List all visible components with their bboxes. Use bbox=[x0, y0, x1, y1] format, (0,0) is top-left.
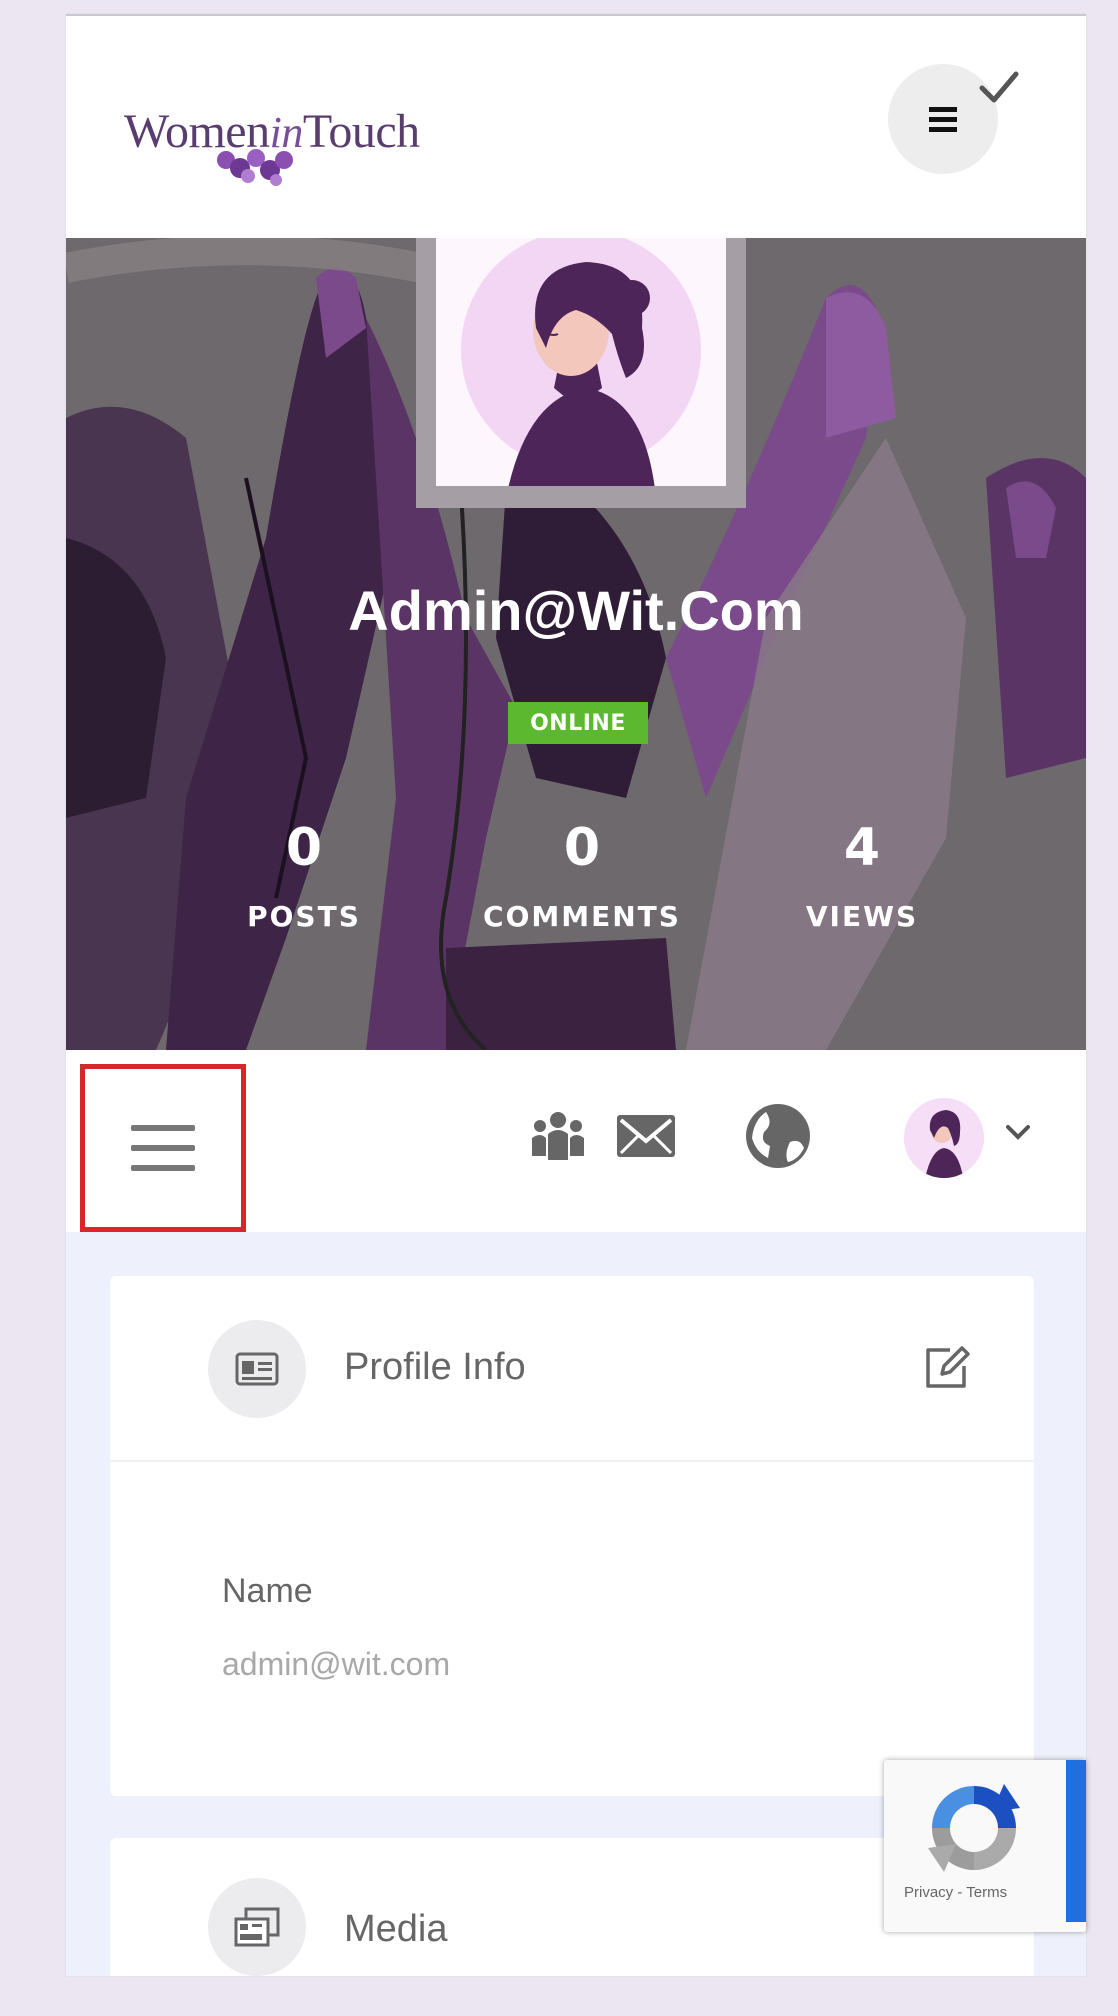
stat-value: 0 bbox=[563, 818, 601, 878]
nav-messages[interactable] bbox=[610, 1100, 682, 1172]
recaptcha-badge[interactable]: Privacy - Terms bbox=[884, 1760, 1086, 1932]
recaptcha-links[interactable]: Privacy - Terms bbox=[904, 1884, 1007, 1901]
logo-word-touch: Touch bbox=[302, 105, 420, 158]
field-value-name: admin@wit.com bbox=[222, 1646, 451, 1682]
profile-nav-bar bbox=[66, 1050, 1086, 1232]
images-icon bbox=[234, 1907, 280, 1947]
stat-value: 0 bbox=[285, 818, 323, 878]
user-avatar[interactable] bbox=[904, 1098, 984, 1178]
stat-label: COMMENTS bbox=[483, 900, 681, 933]
stat-value: 4 bbox=[843, 818, 881, 878]
card-title: Profile Info bbox=[344, 1346, 526, 1388]
status-badge: ONLINE bbox=[508, 702, 648, 744]
recaptcha-bar bbox=[1066, 1760, 1086, 1922]
stat-label: POSTS bbox=[247, 900, 361, 933]
stat-label: VIEWS bbox=[805, 900, 919, 933]
recaptcha-icon bbox=[928, 1784, 1020, 1872]
page-container: WomeninTouch Admin@Wit.Com ONLINE 0 POST… bbox=[66, 14, 1086, 1976]
profile-cover: Admin@Wit.Com ONLINE 0 POSTS 0 COMMENTS … bbox=[66, 238, 1086, 1050]
checkmark-icon bbox=[979, 71, 1019, 103]
profile-username: Admin@Wit.Com bbox=[348, 579, 804, 642]
card-title: Media bbox=[344, 1908, 448, 1950]
profile-info-card: Profile Info Name admin@wit.com bbox=[110, 1276, 1034, 1796]
group-icon bbox=[532, 1112, 584, 1160]
edit-icon[interactable] bbox=[920, 1342, 972, 1394]
user-avatar-image bbox=[904, 1098, 984, 1178]
id-card-icon bbox=[235, 1352, 279, 1386]
top-divider bbox=[66, 14, 1086, 16]
profile-info-icon-wrap bbox=[208, 1320, 306, 1418]
stat-comments[interactable]: 0 COMMENTS bbox=[462, 818, 702, 933]
globe-icon bbox=[746, 1104, 810, 1168]
stat-views[interactable]: 4 VIEWS bbox=[742, 818, 982, 933]
nav-groups[interactable] bbox=[522, 1100, 594, 1172]
logo-flowers-icon bbox=[217, 149, 293, 186]
profile-avatar[interactable] bbox=[436, 238, 726, 498]
media-icon-wrap bbox=[208, 1878, 306, 1976]
nav-explore[interactable] bbox=[742, 1100, 814, 1172]
stat-posts[interactable]: 0 POSTS bbox=[184, 818, 424, 933]
site-logo[interactable]: WomeninTouch bbox=[124, 98, 474, 198]
nav-menu-button[interactable] bbox=[80, 1064, 246, 1232]
field-label-name: Name bbox=[222, 1572, 313, 1610]
chevron-down-icon[interactable] bbox=[1004, 1122, 1032, 1142]
hamburger-icon bbox=[929, 107, 957, 132]
site-header: WomeninTouch bbox=[66, 14, 1086, 238]
mail-icon bbox=[617, 1115, 675, 1157]
hamburger-icon bbox=[131, 1125, 195, 1171]
card-divider bbox=[110, 1460, 1034, 1462]
profile-avatar-image bbox=[436, 238, 726, 498]
